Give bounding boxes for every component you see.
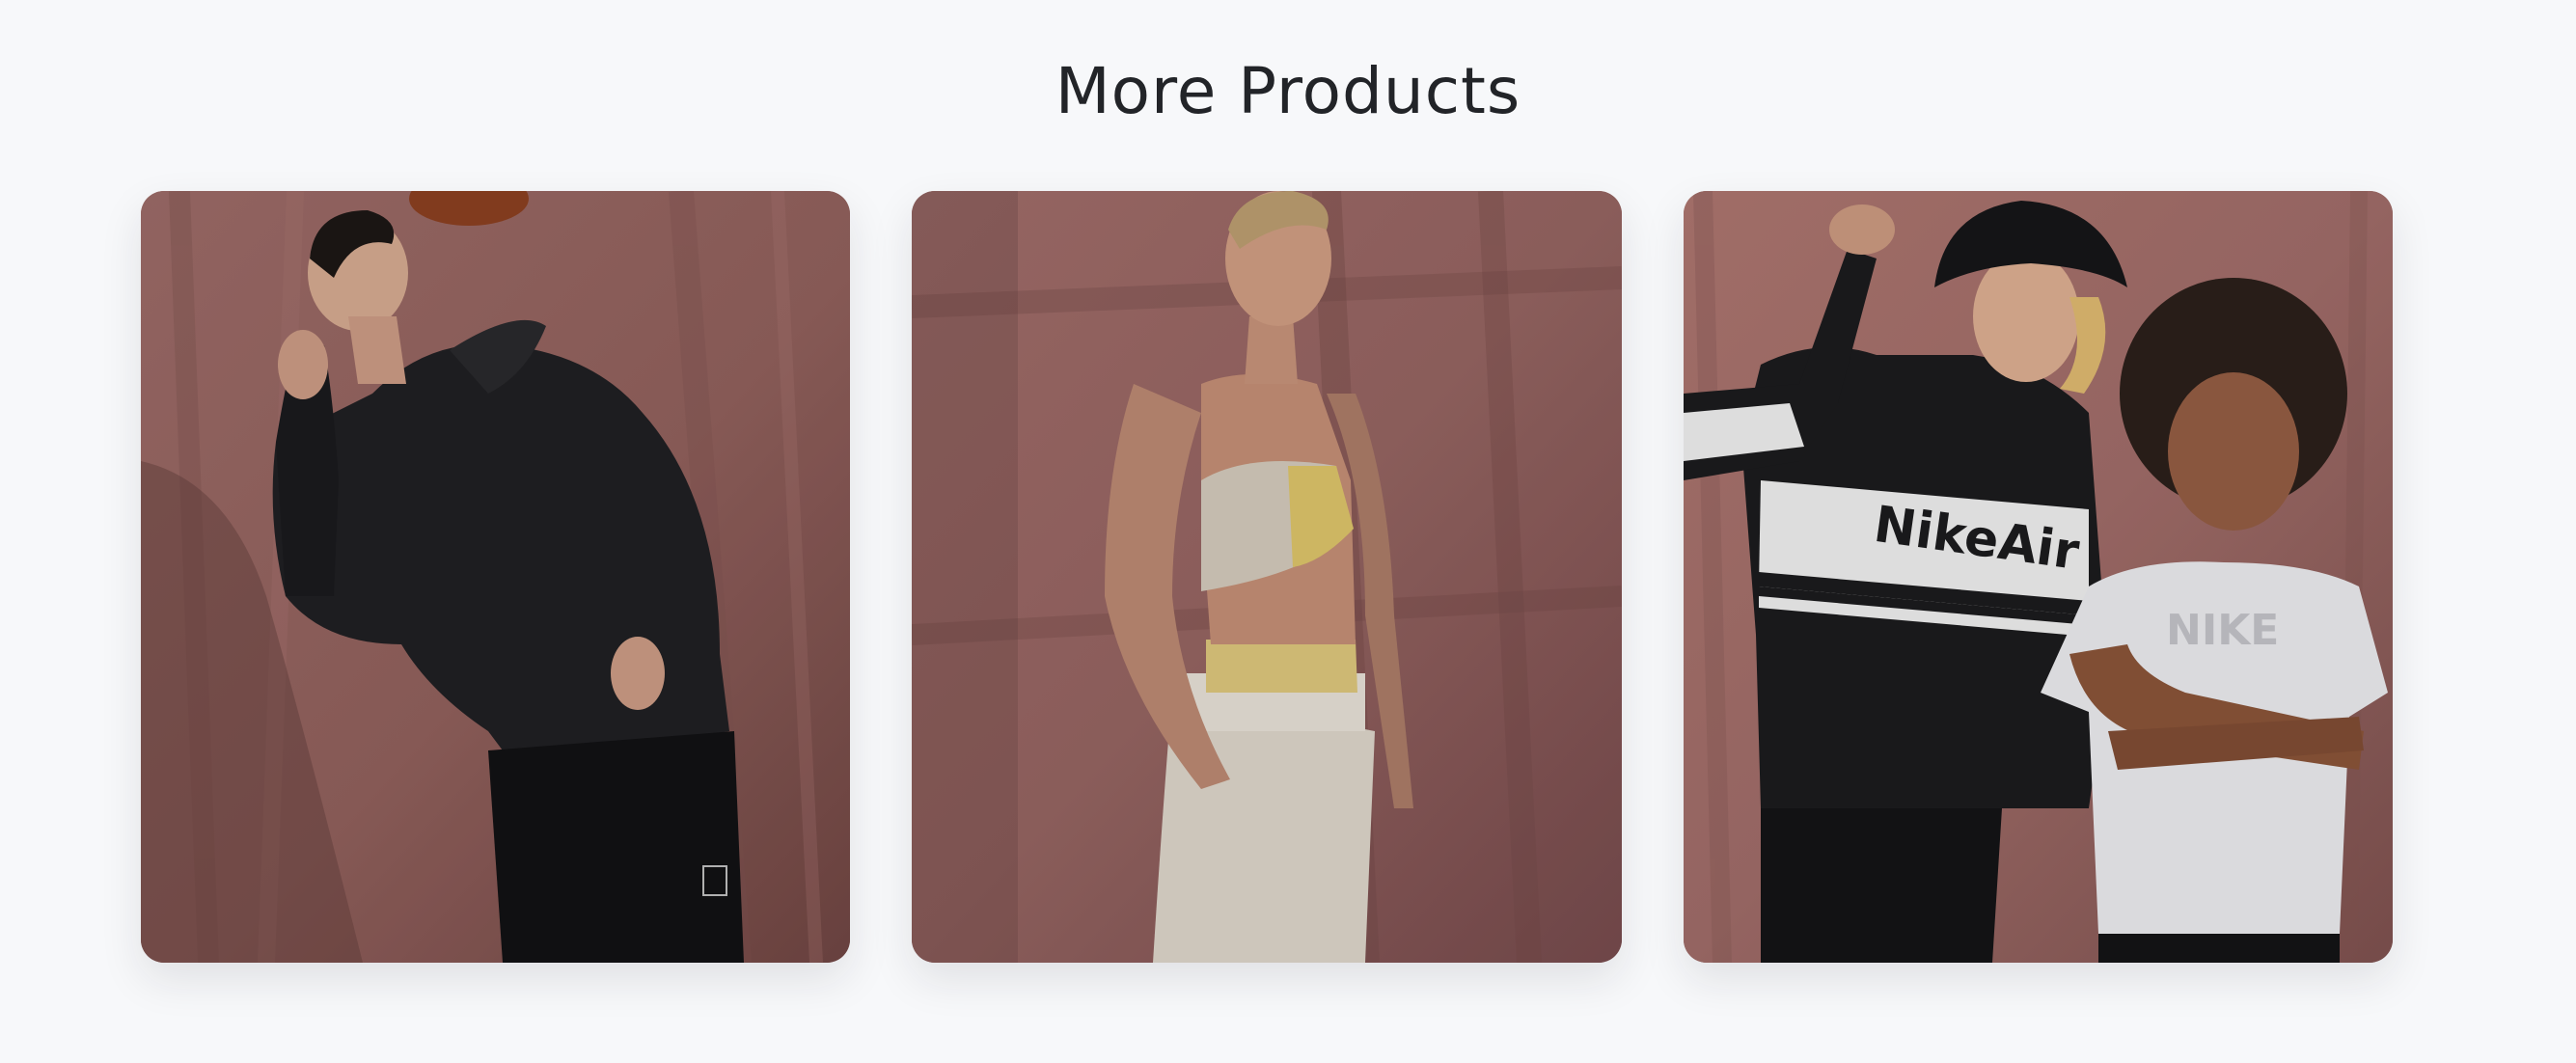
product-image-2 xyxy=(912,191,1622,963)
more-products-section: More Products NikeAir NIKE xyxy=(0,0,2576,1063)
product-grid: NikeAir NIKE xyxy=(141,191,2393,963)
product-image-3: NikeAir NIKE xyxy=(1683,191,2393,963)
section-title: More Products xyxy=(1055,54,1521,128)
product-card-1[interactable] xyxy=(141,191,851,963)
product-card-2[interactable] xyxy=(912,191,1622,963)
product-image-1 xyxy=(141,191,851,963)
product-card-3[interactable]: NikeAir NIKE xyxy=(1683,191,2393,963)
